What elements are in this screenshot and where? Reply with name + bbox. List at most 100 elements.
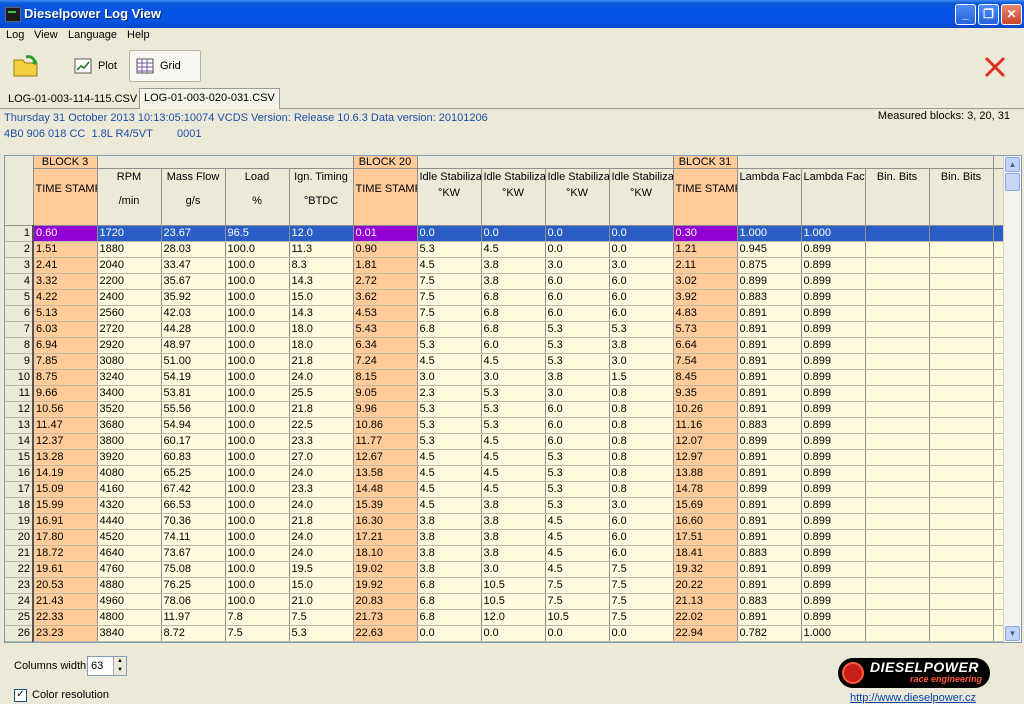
table-cell[interactable]: 0.891 (737, 369, 802, 386)
table-cell[interactable]: 8.15 (353, 369, 418, 386)
row-number[interactable]: 18 (5, 497, 34, 514)
table-cell[interactable]: 23.3 (289, 481, 354, 498)
table-cell[interactable] (929, 513, 994, 530)
table-cell[interactable]: 1.21 (673, 241, 738, 258)
table-cell[interactable]: 6.34 (353, 337, 418, 354)
table-cell[interactable]: 12.37 (33, 433, 98, 450)
table-cell[interactable]: 5.73 (673, 321, 738, 338)
close-log-button[interactable] (984, 56, 1006, 81)
table-cell[interactable]: 60.17 (161, 433, 226, 450)
table-cell[interactable] (865, 225, 930, 242)
table-cell[interactable]: 1.000 (801, 225, 866, 242)
table-cell[interactable] (865, 369, 930, 386)
table-cell[interactable]: 5.3 (545, 321, 610, 338)
table-cell[interactable]: 54.94 (161, 417, 226, 434)
table-cell[interactable]: 6.8 (481, 305, 546, 322)
table-row[interactable]: 17 15.09 4160 67.42 100.0 23.3 14.48 4.5 4.5 5.3 0… (5, 481, 1021, 498)
table-cell[interactable]: 0.8 (609, 481, 674, 498)
row-number[interactable]: 5 (5, 289, 34, 306)
table-cell[interactable]: 0.899 (801, 241, 866, 258)
table-cell[interactable]: 100.0 (225, 465, 290, 482)
table-cell[interactable]: 0.899 (801, 273, 866, 290)
row-number[interactable]: 8 (5, 337, 34, 354)
table-cell[interactable]: 4160 (97, 481, 162, 498)
table-cell[interactable]: 2.72 (353, 273, 418, 290)
table-cell[interactable]: 3.0 (481, 561, 546, 578)
table-cell[interactable]: 4.5 (481, 241, 546, 258)
plot-button[interactable]: Plot (68, 50, 123, 82)
table-row[interactable]: 4 3.32 2200 35.67 100.0 14.3 2.72 7.5 3.8 6.0 6.0 3… (5, 273, 1021, 290)
table-cell[interactable]: 5.3 (289, 625, 354, 642)
row-number[interactable]: 20 (5, 529, 34, 546)
table-cell[interactable]: 7.5 (289, 609, 354, 626)
table-cell[interactable] (929, 241, 994, 258)
table-cell[interactable]: 6.0 (545, 305, 610, 322)
table-cell[interactable]: 0.891 (737, 577, 802, 594)
table-cell[interactable]: 8.3 (289, 257, 354, 274)
table-row[interactable]: 18 15.99 4320 66.53 100.0 24.0 15.39 4.5 3.8 5.3 3… (5, 497, 1021, 514)
table-cell[interactable]: 4.5 (481, 449, 546, 466)
table-cell[interactable]: 8.45 (673, 369, 738, 386)
table-cell[interactable]: 4.5 (417, 481, 482, 498)
column-header[interactable]: Bin. Bits (929, 168, 994, 226)
table-cell[interactable]: 0.883 (737, 545, 802, 562)
table-cell[interactable]: 19.02 (353, 561, 418, 578)
table-cell[interactable]: 0.891 (737, 401, 802, 418)
table-cell[interactable]: 14.3 (289, 273, 354, 290)
column-header[interactable]: RPM/min (97, 168, 162, 226)
table-cell[interactable]: 0.0 (545, 625, 610, 642)
table-cell[interactable]: 3.0 (545, 257, 610, 274)
table-cell[interactable]: 0.891 (737, 385, 802, 402)
table-cell[interactable]: 11.16 (673, 417, 738, 434)
table-cell[interactable]: 7.5 (225, 625, 290, 642)
table-cell[interactable]: 3.8 (545, 369, 610, 386)
spinner-arrows-icon[interactable]: ▲ ▼ (113, 657, 126, 675)
table-cell[interactable]: 6.0 (609, 289, 674, 306)
table-cell[interactable]: 1.81 (353, 257, 418, 274)
table-cell[interactable]: 6.0 (609, 529, 674, 546)
table-cell[interactable]: 1.51 (33, 241, 98, 258)
table-cell[interactable]: 2.3 (417, 385, 482, 402)
table-cell[interactable]: 21.43 (33, 593, 98, 610)
table-cell[interactable]: 3.0 (481, 369, 546, 386)
table-cell[interactable]: 4.5 (545, 545, 610, 562)
table-cell[interactable]: 6.0 (609, 273, 674, 290)
table-cell[interactable]: 100.0 (225, 321, 290, 338)
table-cell[interactable]: 23.67 (161, 225, 226, 242)
table-cell[interactable]: 100.0 (225, 241, 290, 258)
table-cell[interactable]: 4520 (97, 529, 162, 546)
menu-view[interactable]: View (34, 29, 58, 41)
table-cell[interactable]: 4.5 (545, 513, 610, 530)
table-cell[interactable]: 0.0 (481, 625, 546, 642)
table-cell[interactable] (865, 481, 930, 498)
table-row[interactable]: 12 10.56 3520 55.56 100.0 21.8 9.96 5.3 5.3 6.0 0.… (5, 401, 1021, 418)
table-cell[interactable]: 9.66 (33, 385, 98, 402)
table-cell[interactable]: 74.11 (161, 529, 226, 546)
table-cell[interactable]: 100.0 (225, 529, 290, 546)
table-cell[interactable]: 15.69 (673, 497, 738, 514)
table-cell[interactable]: 4.5 (417, 449, 482, 466)
table-cell[interactable]: 0.891 (737, 609, 802, 626)
table-cell[interactable]: 18.72 (33, 545, 98, 562)
table-cell[interactable]: 66.53 (161, 497, 226, 514)
table-cell[interactable] (865, 513, 930, 530)
table-cell[interactable]: 2200 (97, 273, 162, 290)
table-cell[interactable]: 28.03 (161, 241, 226, 258)
table-cell[interactable]: 1.000 (737, 225, 802, 242)
table-cell[interactable]: 11.3 (289, 241, 354, 258)
table-cell[interactable]: 53.81 (161, 385, 226, 402)
table-cell[interactable]: 23.23 (33, 625, 98, 642)
table-cell[interactable]: 4.53 (353, 305, 418, 322)
table-cell[interactable]: 18.10 (353, 545, 418, 562)
table-cell[interactable]: 5.3 (417, 401, 482, 418)
table-cell[interactable]: 3.8 (609, 337, 674, 354)
table-cell[interactable] (929, 465, 994, 482)
table-cell[interactable]: 0.891 (737, 513, 802, 530)
table-cell[interactable]: 10.56 (33, 401, 98, 418)
table-cell[interactable]: 3.8 (481, 529, 546, 546)
tab-file-1[interactable]: LOG-01-003-114-115.CSV (4, 90, 141, 108)
table-cell[interactable]: 2040 (97, 257, 162, 274)
row-number[interactable]: 7 (5, 321, 34, 338)
menu-help[interactable]: Help (127, 29, 150, 41)
table-cell[interactable]: 15.39 (353, 497, 418, 514)
